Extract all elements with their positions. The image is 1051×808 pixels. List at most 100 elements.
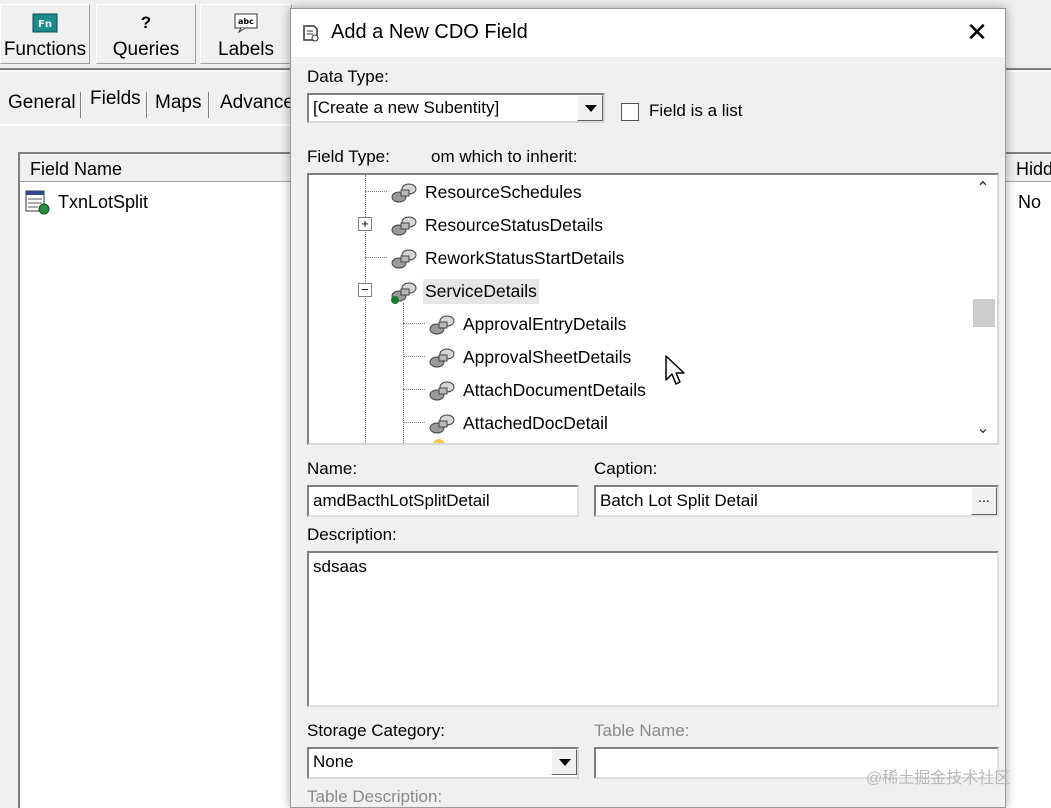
chevron-down-icon[interactable] <box>577 95 603 121</box>
hidden-header-label: Hidd <box>1016 159 1051 179</box>
labels-label: Labels <box>218 39 274 60</box>
labels-button[interactable]: abc Labels <box>200 4 292 64</box>
field-is-list-label[interactable]: Field is a list <box>649 101 743 121</box>
data-type-select[interactable]: [Create a new Subentity] <box>307 93 605 123</box>
field-name: TxnLotSplit <box>58 191 149 212</box>
partial-item-icon <box>433 439 445 443</box>
add-cdo-field-dialog: Add a New CDO Field ✕ Data Type: [Create… <box>290 8 1006 808</box>
entity-icon <box>387 210 421 240</box>
tree-guide-line <box>403 356 425 357</box>
tree-guide-line <box>403 422 425 423</box>
tree-item-label: AttachedDocDetail <box>463 412 608 433</box>
entity-icon <box>425 342 459 372</box>
caption-value: Batch Lot Split Detail <box>600 491 758 510</box>
tree-guide-line <box>403 389 425 390</box>
description-textarea[interactable]: sdsaas <box>307 551 999 707</box>
tree-guide-line <box>365 257 387 258</box>
tab-advanced[interactable]: Advance <box>220 92 294 114</box>
tree-item[interactable]: AttachDocumentDetails <box>425 375 648 405</box>
tab-underline <box>0 124 300 126</box>
data-type-label: Data Type: <box>307 67 389 86</box>
hidden-column: Hidd No <box>1006 152 1051 808</box>
field-list[interactable]: Field Name TxnLotSplit <box>18 152 308 808</box>
name-label: Name: <box>307 459 358 478</box>
tree-scrollbar[interactable]: ⌃ ⌄ <box>969 175 997 443</box>
tree-guide-line <box>365 191 387 192</box>
entity-icon <box>425 408 459 438</box>
dialog-title-bar: Add a New CDO Field ✕ <box>291 9 1005 57</box>
caption-field[interactable]: Batch Lot Split Detail ... <box>594 485 999 517</box>
entity-icon <box>425 375 459 405</box>
dialog-app-icon <box>301 23 321 43</box>
description-value: sdsaas <box>313 557 367 576</box>
field-is-list-checkbox[interactable] <box>621 103 639 121</box>
tab-separator <box>80 92 82 118</box>
close-icon[interactable]: ✕ <box>963 19 991 47</box>
tree-guide-line <box>403 303 404 443</box>
collapse-icon[interactable]: − <box>358 283 372 297</box>
tab-separator <box>208 92 210 118</box>
tree-item[interactable]: ReworkStatusStartDetails <box>387 243 626 273</box>
entity-open-icon <box>387 276 421 306</box>
tree-item-label: ReworkStatusStartDetails <box>425 247 625 268</box>
table-description-label: Table Description: <box>307 787 443 806</box>
tab-fields[interactable]: Fields <box>90 88 141 110</box>
name-value: amdBacthLotSplitDetail <box>313 491 490 510</box>
tree-item[interactable]: ApprovalEntryDetails <box>425 309 628 339</box>
queries-label: Queries <box>112 39 180 60</box>
tree-item-label: ServiceDetails <box>423 278 539 304</box>
watermark: @稀土掘金技术社区 <box>866 770 1011 787</box>
inherit-label: om which to inherit: <box>431 147 578 166</box>
scroll-down-icon[interactable]: ⌄ <box>969 415 997 443</box>
tree-item[interactable]: ResourceSchedules <box>387 177 584 207</box>
tab-separator <box>146 92 148 118</box>
tree-item-label: ApprovalEntryDetails <box>463 313 627 334</box>
tree-item-selected[interactable]: ServiceDetails <box>387 276 539 306</box>
list-item[interactable]: TxnLotSplit <box>24 188 148 216</box>
tree-item[interactable]: ApprovalSheetDetails <box>425 342 633 372</box>
data-type-value: [Create a new Subentity] <box>313 98 500 117</box>
entity-icon <box>387 177 421 207</box>
tree-item-label: ResourceStatusDetails <box>425 214 603 235</box>
subentity-field-icon <box>24 189 50 215</box>
table-name-label: Table Name: <box>594 721 690 740</box>
scroll-up-icon[interactable]: ⌃ <box>969 175 997 203</box>
caption-label: Caption: <box>594 459 658 478</box>
question-icon: ? <box>140 13 152 32</box>
scroll-thumb[interactable] <box>973 299 995 327</box>
entity-icon <box>425 309 459 339</box>
field-name-header-label: Field Name <box>30 159 123 179</box>
chevron-down-icon[interactable] <box>551 749 577 775</box>
hidden-column-header[interactable]: Hidd <box>1006 154 1051 182</box>
tab-general[interactable]: General <box>8 92 76 114</box>
hidden-value: No <box>1018 192 1042 212</box>
svg-text:Fn: Fn <box>38 19 52 30</box>
storage-category-label: Storage Category: <box>307 721 445 740</box>
tree-item-label: ResourceSchedules <box>425 181 582 202</box>
storage-category-value: None <box>313 752 354 771</box>
tree-item-label: AttachDocumentDetails <box>463 379 646 400</box>
queries-button[interactable]: ? Queries <box>96 4 196 64</box>
description-label: Description: <box>307 525 397 544</box>
labels-icon: abc <box>233 13 259 34</box>
field-type-label: Field Type: <box>307 147 390 166</box>
field-type-tree[interactable]: + − ResourceSchedules ResourceStatusDeta… <box>307 173 999 445</box>
tree-item-label: ApprovalSheetDetails <box>463 346 632 367</box>
svg-text:abc: abc <box>238 17 254 26</box>
mouse-pointer-icon <box>664 354 688 388</box>
tree-item[interactable]: AttachedDocDetail <box>425 408 610 438</box>
functions-label: Functions <box>3 39 87 60</box>
tab-maps[interactable]: Maps <box>155 92 201 114</box>
functions-icon: Fn <box>32 13 58 33</box>
entity-icon <box>387 243 421 273</box>
name-field[interactable]: amdBacthLotSplitDetail <box>307 485 579 517</box>
tree-item[interactable]: ResourceStatusDetails <box>387 210 605 240</box>
functions-button[interactable]: Fn Functions <box>0 4 90 64</box>
expand-icon[interactable]: + <box>358 217 372 231</box>
storage-category-select[interactable]: None <box>307 747 579 779</box>
dialog-title: Add a New CDO Field <box>331 21 528 43</box>
tree-guide-line <box>403 323 425 324</box>
tab-strip: General Fields Maps Advance <box>0 88 300 124</box>
field-name-column-header[interactable]: Field Name <box>20 154 308 182</box>
caption-browse-button[interactable]: ... <box>971 487 997 515</box>
